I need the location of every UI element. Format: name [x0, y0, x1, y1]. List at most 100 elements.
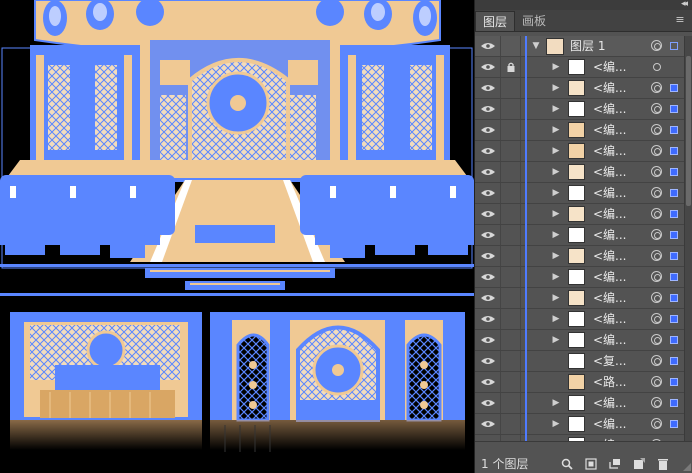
visibility-eye-icon[interactable] — [475, 414, 500, 434]
sublayer-name[interactable]: <编... — [593, 120, 627, 140]
sublayer-row[interactable]: ▶ <编... — [475, 309, 685, 330]
selection-indicator[interactable] — [670, 273, 678, 281]
sublayer-name[interactable]: <编... — [593, 330, 627, 350]
sublayer-name[interactable]: <编... — [593, 246, 627, 266]
chevron-right-icon[interactable]: ▶ — [551, 309, 561, 329]
layer-name[interactable]: 图层 1 — [570, 36, 605, 56]
visibility-eye-icon[interactable] — [475, 351, 500, 371]
target-circle-icon[interactable] — [651, 103, 662, 114]
sublayer-name[interactable]: <路... — [593, 372, 627, 392]
target-circle-icon[interactable] — [651, 271, 662, 282]
lock-toggle[interactable] — [500, 162, 521, 182]
lock-toggle[interactable] — [500, 351, 521, 371]
sublayer-name[interactable]: <编... — [593, 414, 627, 434]
selection-indicator[interactable] — [670, 315, 678, 323]
chevron-right-icon[interactable]: ▶ — [551, 99, 561, 119]
visibility-eye-icon[interactable] — [475, 267, 500, 287]
new-sublayer-icon[interactable] — [609, 455, 621, 469]
lock-toggle[interactable] — [500, 330, 521, 350]
visibility-eye-icon[interactable] — [475, 120, 500, 140]
sublayer-row[interactable]: ▶ <编... — [475, 246, 685, 267]
sublayer-name[interactable]: <编... — [593, 225, 627, 245]
tab-layers[interactable]: 图层 — [475, 11, 516, 31]
collapse-panel-icon[interactable]: ◂◂ — [681, 0, 688, 9]
lock-toggle[interactable] — [500, 372, 521, 392]
sublayer-name[interactable]: <编... — [593, 141, 627, 161]
selection-indicator[interactable] — [670, 420, 678, 428]
chevron-right-icon[interactable]: ▶ — [551, 141, 561, 161]
layer-list-scrollbar[interactable] — [684, 36, 692, 441]
sublayer-name[interactable]: <编... — [593, 288, 627, 308]
chevron-down-icon[interactable]: ▼ — [531, 36, 541, 56]
sublayer-name[interactable]: <编... — [593, 78, 627, 98]
visibility-eye-icon[interactable] — [475, 36, 500, 56]
visibility-eye-icon[interactable] — [475, 330, 500, 350]
selection-indicator[interactable] — [670, 168, 678, 176]
sublayer-row[interactable]: ▶ <编... — [475, 120, 685, 141]
panel-menu-icon[interactable]: ≡ — [674, 14, 686, 26]
lock-toggle[interactable] — [500, 78, 521, 98]
visibility-eye-icon[interactable] — [475, 288, 500, 308]
chevron-right-icon[interactable]: ▶ — [551, 393, 561, 413]
chevron-right-icon[interactable]: ▶ — [551, 204, 561, 224]
visibility-eye-icon[interactable] — [475, 225, 500, 245]
sublayer-row[interactable]: ▶ <编... — [475, 141, 685, 162]
sublayer-row[interactable]: <复... — [475, 351, 685, 372]
chevron-right-icon[interactable]: ▶ — [551, 246, 561, 266]
layer-row[interactable]: ▼ 图层 1 — [475, 36, 685, 57]
sublayer-name[interactable]: <编... — [593, 204, 627, 224]
chevron-right-icon[interactable]: ▶ — [551, 288, 561, 308]
resize-grip-icon[interactable] — [683, 463, 691, 471]
sublayer-row[interactable]: ▶ <编... — [475, 330, 685, 351]
sublayer-name[interactable]: <编... — [593, 393, 627, 413]
target-circle-icon[interactable] — [651, 334, 662, 345]
visibility-eye-icon[interactable] — [475, 162, 500, 182]
sublayer-name[interactable]: <编... — [593, 309, 627, 329]
selection-indicator[interactable] — [670, 231, 678, 239]
target-circle-icon[interactable] — [651, 292, 662, 303]
sublayer-row[interactable]: ▶ <编... — [475, 414, 685, 435]
sublayer-row[interactable]: ▶ <编... — [475, 57, 685, 78]
selection-indicator[interactable] — [670, 105, 678, 113]
sublayer-row[interactable]: ▶ <编... — [475, 183, 685, 204]
chevron-right-icon[interactable]: ▶ — [551, 183, 561, 203]
chevron-right-icon[interactable]: ▶ — [551, 267, 561, 287]
lock-toggle[interactable] — [500, 288, 521, 308]
visibility-eye-icon[interactable] — [475, 183, 500, 203]
selection-indicator[interactable] — [670, 42, 678, 50]
visibility-eye-icon[interactable] — [475, 246, 500, 266]
selection-indicator[interactable] — [670, 399, 678, 407]
sublayer-row[interactable]: ▶ <编... — [475, 78, 685, 99]
selection-indicator[interactable] — [670, 336, 678, 344]
visibility-eye-icon[interactable] — [475, 99, 500, 119]
lock-toggle[interactable] — [500, 204, 521, 224]
make-clipping-mask-icon[interactable] — [585, 455, 597, 470]
lock-toggle[interactable] — [500, 414, 521, 434]
lock-toggle[interactable] — [500, 183, 521, 203]
sublayer-name[interactable]: <复... — [593, 351, 627, 371]
chevron-right-icon[interactable]: ▶ — [551, 57, 561, 77]
artboard-canvas[interactable] — [0, 0, 474, 473]
selection-indicator[interactable] — [670, 147, 678, 155]
target-circle-icon[interactable] — [651, 355, 662, 366]
target-circle-icon[interactable] — [651, 124, 662, 135]
target-circle-icon[interactable] — [653, 63, 661, 71]
target-circle-icon[interactable] — [651, 145, 662, 156]
chevron-right-icon[interactable]: ▶ — [551, 330, 561, 350]
lock-toggle[interactable] — [500, 99, 521, 119]
target-circle-icon[interactable] — [651, 40, 662, 51]
target-circle-icon[interactable] — [651, 397, 662, 408]
sublayer-name[interactable]: <编... — [593, 57, 627, 77]
lock-toggle[interactable] — [500, 225, 521, 245]
new-layer-icon[interactable] — [633, 455, 645, 469]
chevron-right-icon[interactable]: ▶ — [551, 414, 561, 434]
sublayer-row[interactable]: ▶ <编... — [475, 267, 685, 288]
visibility-eye-icon[interactable] — [475, 141, 500, 161]
lock-toggle[interactable] — [500, 267, 521, 287]
target-circle-icon[interactable] — [651, 166, 662, 177]
sublayer-row[interactable]: ▶ <编... — [475, 204, 685, 225]
lock-toggle[interactable] — [500, 141, 521, 161]
visibility-eye-icon[interactable] — [475, 393, 500, 413]
lock-toggle[interactable] — [500, 246, 521, 266]
target-circle-icon[interactable] — [651, 376, 662, 387]
